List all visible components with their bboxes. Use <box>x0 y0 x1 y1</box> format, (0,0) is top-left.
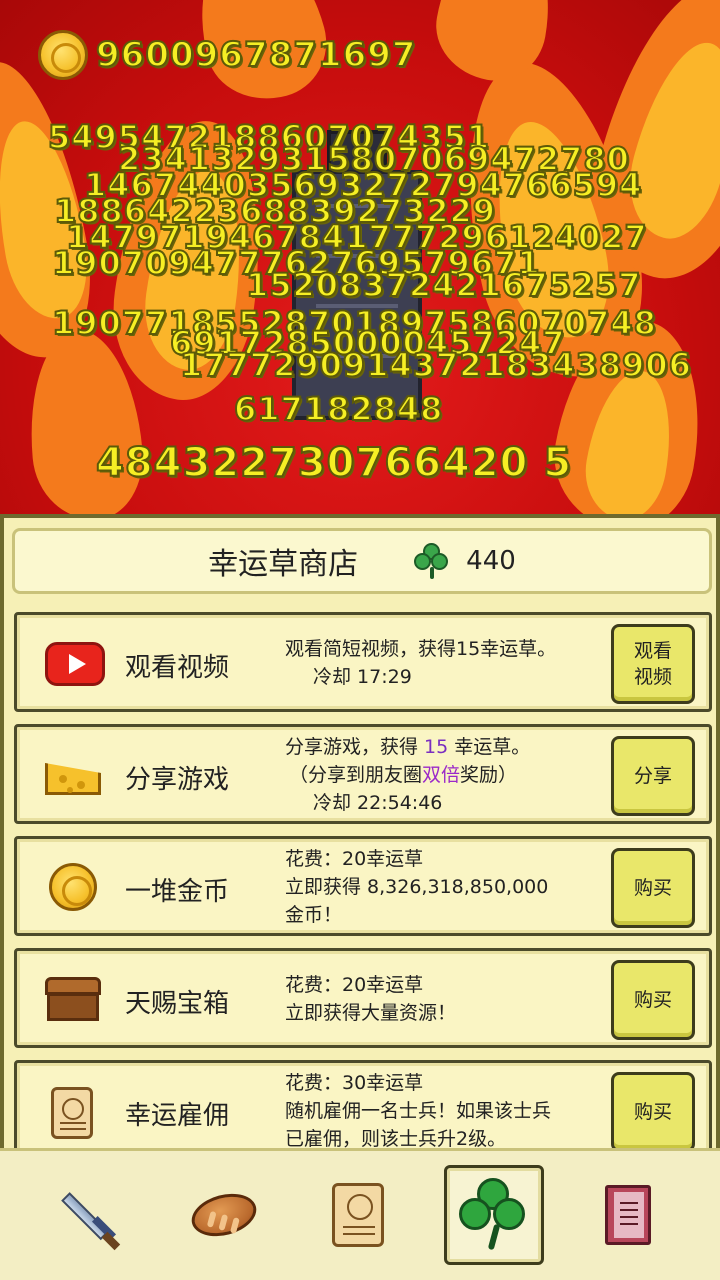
coin-value: 9600967871697 <box>95 34 417 76</box>
damage-number: 484322730766420 5 <box>95 439 573 487</box>
item-description: 花费：30幸运草 随机雇佣一名士兵！如果该士兵 已雇佣，则该士兵升2级。 <box>285 1069 615 1153</box>
button-label: 购买 <box>633 877 672 899</box>
button-label: 购买 <box>633 1101 672 1123</box>
item-cost: 花费：20幸运草 <box>285 974 424 996</box>
nav-tab-food[interactable] <box>174 1165 274 1265</box>
item-desc-line: 立即获得大量资源！ <box>285 1002 457 1024</box>
buy-chest-button[interactable]: 购买 <box>611 960 695 1040</box>
item-desc-line: 观看简短视频，获得15幸运草。 <box>285 638 557 660</box>
item-name: 观看视频 <box>125 653 230 683</box>
shop-header: 幸运草商店 440 <box>12 528 712 594</box>
item-desc-line: 立即获得 8,326,318,850,000 <box>285 876 549 898</box>
scroll-icon <box>45 1087 105 1139</box>
bread-icon <box>186 1187 262 1243</box>
shop-item-gold-pile: 一堆金币 花费：20幸运草 立即获得 8,326,318,850,000 金币！… <box>14 836 712 936</box>
sword-icon <box>57 1180 127 1251</box>
treasure-chest-icon <box>45 975 105 1025</box>
item-name: 分享游戏 <box>125 765 230 795</box>
button-label: 分享 <box>633 765 672 787</box>
shop-item-share-game: 分享游戏 分享游戏，获得 15 幸运草。 （分享到朋友圈双倍奖励） 冷却 22:… <box>14 724 712 824</box>
clover-icon <box>414 543 450 579</box>
clover-count: 440 <box>466 546 516 576</box>
watch-video-button[interactable]: 观看视频 <box>611 624 695 704</box>
item-desc-line: 分享游戏，获得 15 幸运草。 <box>285 736 531 758</box>
bottom-nav <box>0 1148 720 1280</box>
item-cooldown: 冷却 17:29 <box>313 666 412 688</box>
buy-hire-button[interactable]: 购买 <box>611 1072 695 1152</box>
shop-item-treasure-chest: 天赐宝箱 花费：20幸运草 立即获得大量资源！ 购买 <box>14 948 712 1048</box>
scroll-icon <box>332 1183 384 1247</box>
item-name: 一堆金币 <box>125 877 230 907</box>
buy-gold-button[interactable]: 购买 <box>611 848 695 928</box>
item-description: 花费：20幸运草 立即获得大量资源！ <box>285 971 615 1027</box>
item-cost: 花费：30幸运草 <box>285 1072 424 1094</box>
share-button[interactable]: 分享 <box>611 736 695 816</box>
nav-tab-hire[interactable] <box>308 1165 408 1265</box>
damage-number: 1777290914372183438906 <box>179 345 692 385</box>
damage-number: 15208372421675257 <box>245 265 642 305</box>
item-desc-line: 金币！ <box>285 904 343 926</box>
button-label: 购买 <box>633 989 672 1011</box>
nav-tab-weapons[interactable] <box>42 1165 142 1265</box>
nav-tab-book[interactable] <box>578 1165 678 1265</box>
item-description: 观看简短视频，获得15幸运草。 冷却 17:29 <box>285 635 615 691</box>
button-label: 观看视频 <box>633 640 672 688</box>
gold-coin-icon <box>45 863 105 913</box>
game-scene[interactable]: 9600967871697 5495472188607074351 234132… <box>0 0 720 515</box>
shop-item-watch-video: 观看视频 观看简短视频，获得15幸运草。 冷却 17:29 观看视频 <box>14 612 712 712</box>
item-desc-line: （分享到朋友圈双倍奖励） <box>289 764 518 786</box>
item-desc-line: 随机雇佣一名士兵！如果该士兵 <box>285 1100 552 1122</box>
book-icon <box>605 1185 651 1245</box>
item-name: 天赐宝箱 <box>125 989 230 1019</box>
video-play-icon <box>45 639 105 689</box>
item-description: 分享游戏，获得 15 幸运草。 （分享到朋友圈双倍奖励） 冷却 22:54:46 <box>285 733 615 817</box>
damage-number: 617182848 <box>233 389 444 429</box>
item-name: 幸运雇佣 <box>125 1101 230 1131</box>
clover-icon <box>459 1178 529 1252</box>
item-cooldown: 冷却 22:54:46 <box>313 792 443 814</box>
clover-balance: 440 <box>414 543 516 579</box>
item-description: 花费：20幸运草 立即获得 8,326,318,850,000 金币！ <box>285 845 615 929</box>
shop-title: 幸运草商店 <box>208 547 359 582</box>
nav-tab-clover-shop[interactable] <box>444 1165 544 1265</box>
cheese-icon <box>45 751 105 801</box>
item-cost: 花费：20幸运草 <box>285 848 424 870</box>
gold-coin-icon <box>38 30 88 80</box>
coin-counter: 9600967871697 <box>38 30 417 80</box>
clover-shop-panel: 幸运草商店 440 观看视频 观看简短视频，获得15幸运草。 冷却 17:29 … <box>0 514 720 1170</box>
